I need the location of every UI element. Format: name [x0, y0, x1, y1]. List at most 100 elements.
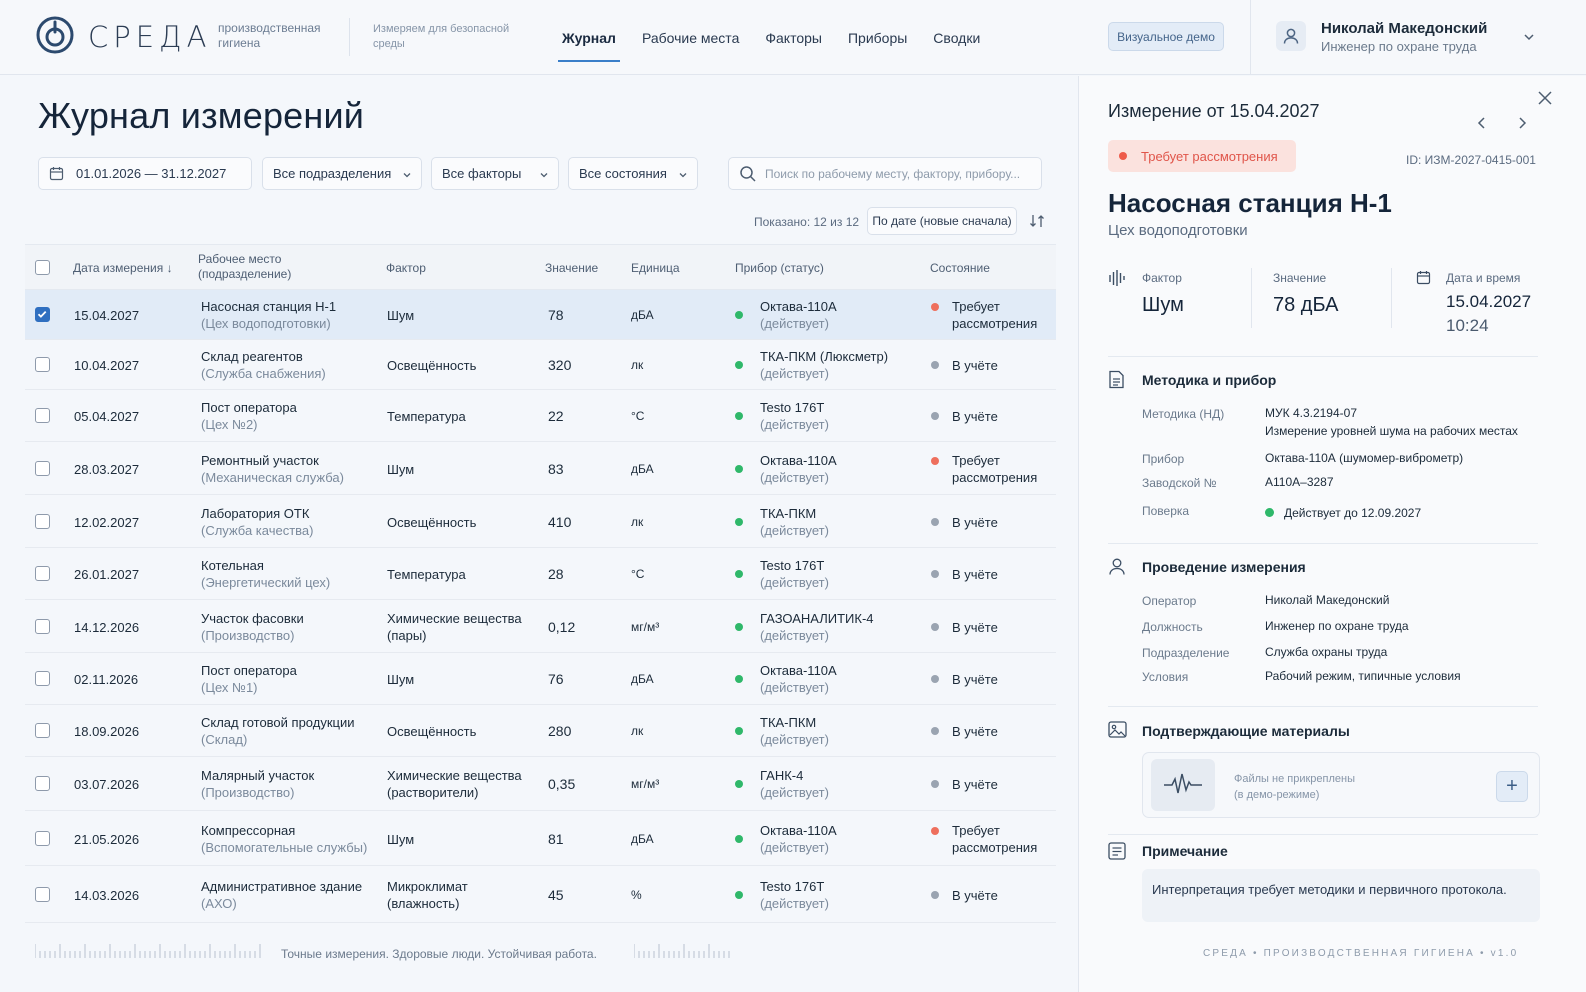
measurements-table: Дата измерения ↓ Рабочее место (подраздел… [25, 244, 1056, 923]
table-row[interactable]: 14.03.2026 Административное здание (АХО) Ми… [25, 866, 1056, 923]
section-note-title: Примечание [1142, 843, 1228, 859]
row-checkbox[interactable] [35, 408, 50, 423]
unit-cell: % [631, 888, 642, 902]
state-dot [931, 623, 939, 631]
user-name[interactable]: Николай Македонский [1321, 20, 1487, 37]
department-select[interactable]: Все подразделения [262, 157, 422, 190]
col-factor[interactable]: Фактор [386, 261, 426, 276]
select-all-checkbox[interactable] [35, 260, 50, 275]
user-role: Инженер по охране труда [1321, 39, 1477, 54]
visual-demo-button[interactable]: Визуальное демо [1108, 22, 1224, 51]
row-checkbox[interactable] [35, 357, 50, 372]
col-device[interactable]: Прибор (статус) [735, 261, 824, 276]
state-cell: В учёте [952, 567, 998, 582]
nav-workplaces[interactable]: Рабочие места [638, 0, 743, 75]
table-row[interactable]: 21.05.2026 Компрессорная (Вспомогательные … [25, 811, 1056, 866]
nav-reports[interactable]: Сводки [929, 0, 984, 75]
table-row[interactable]: 10.04.2027 Склад реагентов (Служба снабжен… [25, 340, 1056, 390]
add-file-button[interactable]: + [1496, 771, 1528, 802]
date-range-filter[interactable]: 01.01.2026 — 31.12.2027 [38, 157, 252, 190]
department-value: Все подразделения [273, 166, 392, 181]
workplace-cell: Пост оператора (Цех №1) [201, 663, 297, 695]
factor-value: Все факторы [442, 166, 522, 181]
search-box[interactable] [728, 157, 1042, 190]
files-dropzone[interactable]: Файлы не прикреплены (в демо-режиме) + [1142, 752, 1540, 818]
section-files-title: Подтверждающие материалы [1142, 723, 1350, 739]
value-cell: 320 [548, 357, 572, 373]
row-checkbox[interactable] [35, 776, 50, 791]
table-row[interactable]: 15.04.2027 Насосная станция Н-1 (Цех водоп… [25, 290, 1056, 340]
row-checkbox[interactable] [35, 566, 50, 581]
measurement-id: ID: ИЗМ-2027-0415-001 [1406, 153, 1536, 167]
chevron-left-icon[interactable] [1476, 116, 1488, 130]
factor-select[interactable]: Все факторы [431, 157, 559, 190]
row-checkbox[interactable] [35, 514, 50, 529]
table-row[interactable]: 12.02.2027 Лаборатория ОТК (Служба качеств… [25, 495, 1056, 548]
search-input[interactable] [765, 166, 1035, 181]
state-cell: В учёте [952, 409, 998, 424]
status-badge-label: Требует рассмотрения [1141, 148, 1278, 164]
table-row[interactable]: 02.11.2026 Пост оператора (Цех №1) Шум 76 дБА… [25, 653, 1056, 705]
table-row[interactable]: 18.09.2026 Склад готовой продукции (Склад)… [25, 705, 1056, 757]
factor-cell: Освещённость [387, 515, 477, 530]
state-dot [931, 570, 939, 578]
kpi-time: 10:24 [1446, 316, 1489, 335]
files-empty-text: Файлы не прикреплены (в демо-режиме) [1234, 773, 1355, 801]
row-checkbox[interactable] [35, 461, 50, 476]
table-row[interactable]: 28.03.2027 Ремонтный участок (Механическая… [25, 442, 1056, 495]
table-row[interactable]: 26.01.2027 Котельная (Энергетический цех) Т… [25, 548, 1056, 600]
table-row[interactable]: 03.07.2026 Малярный участок (Производство)… [25, 757, 1056, 811]
date-cell: 26.01.2027 [74, 567, 140, 582]
nav-devices[interactable]: Приборы [844, 0, 911, 75]
section-method-title: Методика и прибор [1142, 372, 1277, 388]
device-cell: Октава-110А (действует) [760, 823, 837, 855]
nav-journal[interactable]: Журнал [558, 0, 620, 75]
row-checkbox[interactable] [35, 619, 50, 634]
brand-name[interactable]: СРЕДА [88, 20, 211, 54]
col-state[interactable]: Состояние [930, 261, 990, 276]
device-status-dot [735, 780, 743, 788]
date-cell: 15.04.2027 [74, 308, 140, 323]
brand-tagline: производственная гигиена [218, 21, 321, 50]
row-checkbox[interactable] [35, 887, 50, 902]
operator-key: Оператор [1142, 594, 1197, 608]
row-checkbox[interactable] [35, 307, 50, 322]
status-dot [1119, 152, 1127, 160]
chevron-down-icon[interactable] [1522, 30, 1536, 44]
row-checkbox[interactable] [35, 831, 50, 846]
device-cell: Testo 176T (действует) [760, 558, 829, 590]
device-status-dot [735, 835, 743, 843]
sort-down-icon: ↓ [166, 261, 173, 275]
row-checkbox[interactable] [35, 723, 50, 738]
date-cell: 03.07.2026 [74, 777, 140, 792]
nav-factors[interactable]: Факторы [761, 0, 826, 75]
device-status-dot [735, 623, 743, 631]
divider [1251, 268, 1252, 328]
factor-cell: Шум [387, 672, 415, 687]
workplace-cell: Склад готовой продукции (Склад) [201, 715, 355, 747]
workplace-cell: Пост оператора (Цех №2) [201, 400, 297, 432]
row-checkbox[interactable] [35, 671, 50, 686]
chevron-right-icon[interactable] [1516, 116, 1528, 130]
sort-icon[interactable] [1029, 213, 1045, 229]
waveform-icon [1164, 773, 1202, 794]
table-row[interactable]: 05.04.2027 Пост оператора (Цех №2) Температ… [25, 390, 1056, 442]
col-date[interactable]: Дата измерения ↓ [73, 261, 173, 276]
workplace-cell: Насосная станция Н-1 (Цех водоподготовки) [201, 299, 337, 331]
sort-select[interactable]: По дате (новые сначала) [867, 207, 1017, 235]
close-icon[interactable] [1537, 90, 1553, 106]
table-row[interactable]: 14.12.2026 Участок фасовки (Производство) Х… [25, 600, 1056, 653]
col-unit[interactable]: Единица [631, 261, 680, 276]
value-cell: 76 [548, 671, 564, 687]
workplace-cell: Ремонтный участок (Механическая служба) [201, 453, 344, 485]
workplace-cell: Малярный участок (Производство) [201, 768, 315, 800]
state-select[interactable]: Все состояния [568, 157, 698, 190]
avatar[interactable] [1276, 21, 1306, 51]
col-workplace[interactable]: Рабочее место (подразделение) [198, 252, 291, 282]
brand-slogan: Измеряем для безопасной среды [373, 23, 510, 50]
state-dot [931, 412, 939, 420]
method-key: Методика (НД) [1142, 407, 1225, 421]
device-cell: ГАЗОАНАЛИТИК-4 (действует) [760, 611, 874, 643]
col-value[interactable]: Значение [545, 261, 598, 276]
value-cell: 280 [548, 723, 572, 739]
